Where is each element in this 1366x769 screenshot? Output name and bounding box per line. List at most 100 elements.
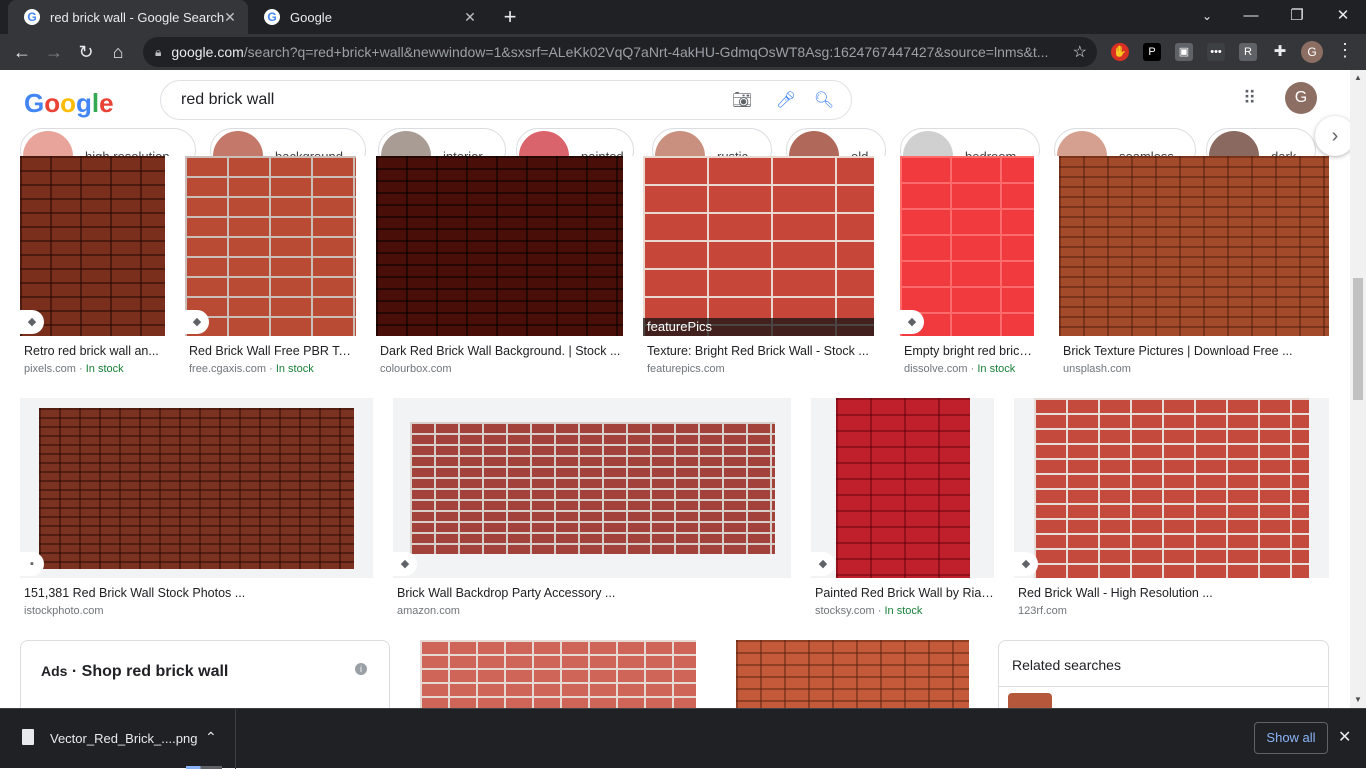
result-image[interactable] [410, 422, 775, 554]
image-result-card[interactable]: featurePics Texture: Bright Red Brick Wal… [643, 156, 874, 388]
chevron-up-icon[interactable]: ⌃ [205, 729, 217, 746]
google-doodle-logo[interactable]: Google [24, 88, 116, 118]
result-image[interactable] [1034, 398, 1309, 578]
result-title[interactable]: Painted Red Brick Wall by Rial... [815, 586, 994, 600]
profile-avatar[interactable]: G [1301, 41, 1323, 63]
result-title[interactable]: Brick Texture Pictures | Download Free .… [1063, 344, 1329, 358]
reload-button[interactable]: ↻ [74, 40, 98, 64]
result-image[interactable] [39, 408, 354, 569]
result-image[interactable] [185, 156, 356, 336]
result-image[interactable] [836, 398, 970, 578]
search-chip[interactable]: seamless [1054, 128, 1196, 156]
search-chip[interactable]: old [786, 128, 886, 156]
result-source[interactable]: colourbox.com [380, 363, 452, 375]
image-result-card[interactable]: ◆ Empty bright red brick ... dissolve.com … [900, 156, 1034, 388]
related-search-thumbnail[interactable] [1008, 693, 1052, 708]
tab-google-search[interactable]: G red brick wall - Google Search ✕ [8, 0, 248, 34]
image-result-card[interactable]: ◆ Red Brick Wall Free PBR Tex... free.cgax… [185, 156, 356, 388]
search-chip[interactable]: dark [1206, 128, 1316, 156]
camera-icon[interactable]: 📷︎ [731, 90, 753, 112]
result-source[interactable]: free.cgaxis.com · In stock [189, 363, 314, 375]
result-image[interactable] [643, 156, 874, 336]
extension-p-icon[interactable]: P [1143, 43, 1161, 61]
page-scrollbar[interactable]: ▲ ▼ [1350, 70, 1366, 708]
image-result-more-1[interactable] [410, 640, 706, 708]
image-result-card[interactable]: Dark Red Brick Wall Background. | Stock … [376, 156, 623, 388]
image-result-card[interactable]: ◆ Painted Red Brick Wall by Rial... stocks… [811, 398, 994, 630]
extension-photo-icon[interactable]: ▣ [1175, 43, 1193, 61]
result-image[interactable] [376, 156, 623, 336]
forward-button[interactable]: → [42, 40, 66, 64]
bookmark-star-icon[interactable]: ☆ [1073, 42, 1087, 62]
search-chip[interactable]: rustic [652, 128, 772, 156]
extension-dots-icon[interactable]: ••• [1207, 43, 1225, 61]
result-source[interactable]: amazon.com [397, 605, 460, 617]
scroll-up-icon[interactable]: ▲ [1353, 73, 1363, 83]
show-all-button[interactable]: Show all [1254, 722, 1328, 754]
result-title[interactable]: Texture: Bright Red Brick Wall - Stock .… [647, 344, 874, 358]
download-item[interactable]: Vector_Red_Brick_....png ⌃ [0, 709, 236, 769]
google-account-avatar[interactable]: G [1285, 82, 1317, 114]
result-source[interactable]: istockphoto.com [24, 605, 103, 617]
chevron-right-icon[interactable]: › [1315, 116, 1355, 156]
close-download-shelf-icon[interactable]: ✕ [1338, 727, 1351, 747]
result-image[interactable] [20, 156, 165, 336]
microphone-icon[interactable]: 🎤︎ [775, 90, 797, 112]
result-title[interactable]: Empty bright red brick ... [904, 344, 1034, 358]
extension-hand-icon[interactable]: ✋ [1111, 43, 1129, 61]
result-source[interactable]: stocksy.com · In stock [815, 605, 922, 617]
image-result-card[interactable]: ◆ Brick Wall Backdrop Party Accessory ...… [393, 398, 791, 630]
search-chip[interactable]: bedroom [900, 128, 1040, 156]
scroll-down-icon[interactable]: ▼ [1353, 695, 1363, 705]
search-chip[interactable]: painted [516, 128, 634, 156]
image-result-card[interactable]: ◆ Red Brick Wall - High Resolution ... 123… [1014, 398, 1329, 630]
image-result-card[interactable]: ◆ Retro red brick wall an... pixels.com · … [20, 156, 165, 388]
home-button[interactable]: ⌂ [106, 40, 130, 64]
image-result-card[interactable]: ▪ 151,381 Red Brick Wall Stock Photos ...… [20, 398, 373, 630]
result-title[interactable]: Brick Wall Backdrop Party Accessory ... [397, 586, 791, 600]
address-bar[interactable]: 🔒︎ google.com/search?q=red+brick+wall&ne… [143, 37, 1097, 67]
divider [999, 686, 1328, 687]
result-title[interactable]: Dark Red Brick Wall Background. | Stock … [380, 344, 623, 358]
result-title[interactable]: Retro red brick wall an... [24, 344, 165, 358]
minimize-button[interactable]: — [1228, 0, 1274, 34]
result-title[interactable]: 151,381 Red Brick Wall Stock Photos ... [24, 586, 373, 600]
apps-grid-icon[interactable]: ⠿ [1243, 88, 1263, 108]
result-image[interactable] [1059, 156, 1329, 336]
extensions-puzzle-icon[interactable]: ✚ [1271, 43, 1289, 61]
tab-title: red brick wall - Google Search [50, 9, 225, 25]
tab-google[interactable]: G Google ✕ [248, 0, 488, 34]
result-source[interactable]: pixels.com · In stock [24, 363, 124, 375]
close-window-button[interactable]: ✕ [1320, 0, 1366, 34]
scrollbar-thumb[interactable] [1353, 278, 1363, 400]
result-source[interactable]: unsplash.com [1063, 363, 1131, 375]
image-result-more-2[interactable] [726, 640, 979, 708]
restore-button[interactable]: ❐ [1274, 0, 1320, 34]
new-tab-button[interactable]: + [498, 5, 522, 29]
back-button[interactable]: ← [10, 40, 34, 64]
search-icon[interactable]: 🔍︎ [813, 90, 835, 112]
close-tab-icon[interactable]: ✕ [462, 9, 478, 25]
browser-menu-icon[interactable]: ⋮ [1336, 40, 1354, 61]
info-icon[interactable]: i [355, 663, 367, 675]
search-chip[interactable]: high resolution [20, 128, 196, 156]
chip-label: high resolution [85, 149, 170, 156]
result-source[interactable]: featurepics.com [647, 363, 725, 375]
search-chip[interactable]: background [210, 128, 366, 156]
image-result-card[interactable]: Brick Texture Pictures | Download Free .… [1059, 156, 1329, 388]
result-image [420, 640, 696, 708]
close-tab-icon[interactable]: ✕ [222, 9, 238, 25]
tab-search-button[interactable]: ⌄ [1184, 0, 1230, 34]
result-source[interactable]: dissolve.com · In stock [904, 363, 1015, 375]
result-image[interactable] [900, 156, 1034, 336]
url-text: google.com/search?q=red+brick+wall&newwi… [171, 44, 1049, 60]
search-chip[interactable]: interior [378, 128, 506, 156]
extension-r-icon[interactable]: R [1239, 43, 1257, 61]
in-stock-label: In stock [884, 605, 923, 617]
result-title[interactable]: Red Brick Wall Free PBR Tex... [189, 344, 356, 358]
result-image-frame: ◆ [393, 398, 791, 578]
result-source[interactable]: 123rf.com [1018, 605, 1067, 617]
chip-thumbnail [23, 131, 73, 156]
result-title[interactable]: Red Brick Wall - High Resolution ... [1018, 586, 1329, 600]
search-input[interactable] [181, 91, 701, 109]
